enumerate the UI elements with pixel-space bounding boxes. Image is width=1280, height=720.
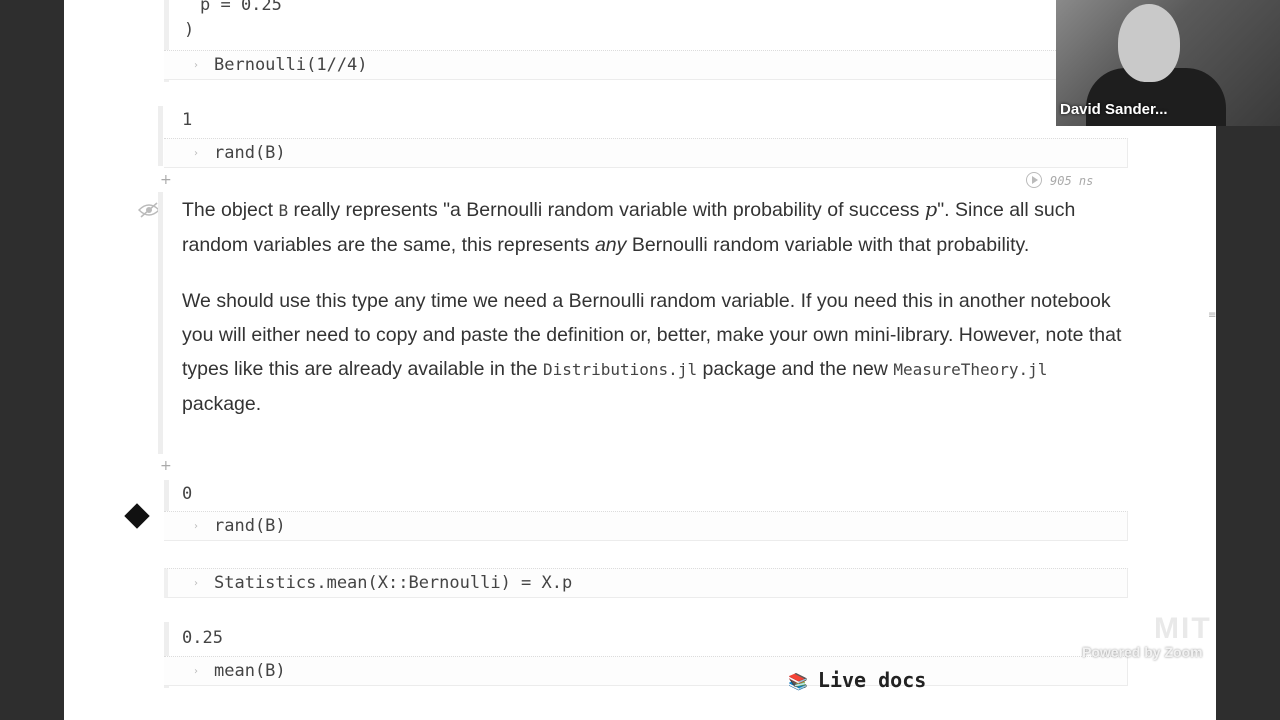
code-text: mean(B) — [214, 661, 286, 681]
markdown-cell-border — [158, 192, 163, 454]
md-emphasis: any — [594, 234, 627, 256]
mit-logo: MIT — [1154, 612, 1212, 645]
code-input-rand-1[interactable]: › rand(B) — [164, 138, 1128, 168]
md-text: Bernoulli random variable with that prob… — [626, 234, 1030, 256]
md-text: really represents "a Bernoulli random va… — [288, 199, 925, 221]
md-code: Distributions.jl — [542, 360, 698, 379]
markdown-cell: The object B really represents "a Bernou… — [182, 193, 1122, 443]
runtime-text: 905 ns — [1050, 174, 1094, 188]
code-text: rand(B) — [214, 516, 286, 536]
cell-border — [158, 106, 163, 166]
hide-code-eye-icon[interactable] — [138, 202, 160, 218]
code-line-p: p = 0.25 — [200, 0, 282, 15]
code-text: Statistics.mean(X::Bernoulli) = X.p — [214, 573, 573, 593]
code-input-bernoulli[interactable]: › Bernoulli(1//4) — [164, 50, 1128, 80]
code-text: rand(B) — [214, 143, 286, 163]
md-code: B — [278, 201, 289, 220]
live-docs-label: Live docs — [817, 668, 927, 692]
markdown-paragraph-1: The object B really represents "a Bernou… — [182, 193, 1122, 262]
zoom-watermark: MIT Powered by Zoom — [1082, 612, 1232, 660]
pluto-notebook: p = 0.25 ) › Bernoulli(1//4) 1 › rand(B)… — [64, 0, 1216, 720]
run-icon[interactable] — [1026, 172, 1042, 188]
code-input-mean-def[interactable]: › Statistics.mean(X::Bernoulli) = X.p — [164, 568, 1128, 598]
fold-icon[interactable]: › — [194, 60, 198, 71]
md-text: package. — [182, 393, 262, 415]
cell-output: 0 — [182, 484, 193, 504]
powered-by-text: Powered by Zoom — [1082, 644, 1203, 660]
md-text: package and the new — [697, 358, 894, 380]
code-input-mean[interactable]: › mean(B) — [164, 656, 1128, 686]
left-margin — [0, 0, 64, 720]
cell-drag-handle-icon[interactable] — [124, 503, 150, 529]
fold-icon[interactable]: › — [194, 578, 198, 589]
cell-output: 1 — [182, 110, 193, 130]
live-docs-button[interactable]: 📚 Live docs — [788, 668, 926, 692]
md-text: The object — [182, 199, 279, 221]
add-cell-button[interactable]: + — [160, 172, 172, 188]
webcam-person-head — [1118, 4, 1180, 82]
add-cell-button[interactable]: + — [160, 458, 172, 474]
webcam-name: David Sander... — [1060, 101, 1168, 118]
scrollbar-handle[interactable]: ≡ — [1208, 310, 1216, 328]
code-text: Bernoulli(1//4) — [214, 55, 368, 75]
fold-icon[interactable]: › — [194, 666, 198, 677]
webcam-overlay: David Sander... — [1056, 0, 1280, 126]
cell-output: 0.25 — [182, 628, 223, 648]
md-math: p — [924, 198, 938, 221]
fold-icon[interactable]: › — [194, 148, 198, 159]
fold-icon[interactable]: › — [194, 521, 198, 532]
code-input-rand-2[interactable]: › rand(B) — [164, 511, 1128, 541]
book-icon: 📚 — [788, 672, 808, 691]
code-line-paren: ) — [184, 20, 195, 40]
cell-runtime[interactable]: 905 ns — [1026, 172, 1093, 188]
markdown-paragraph-2: We should use this type any time we need… — [182, 284, 1122, 421]
md-code: MeasureTheory.jl — [893, 360, 1048, 379]
